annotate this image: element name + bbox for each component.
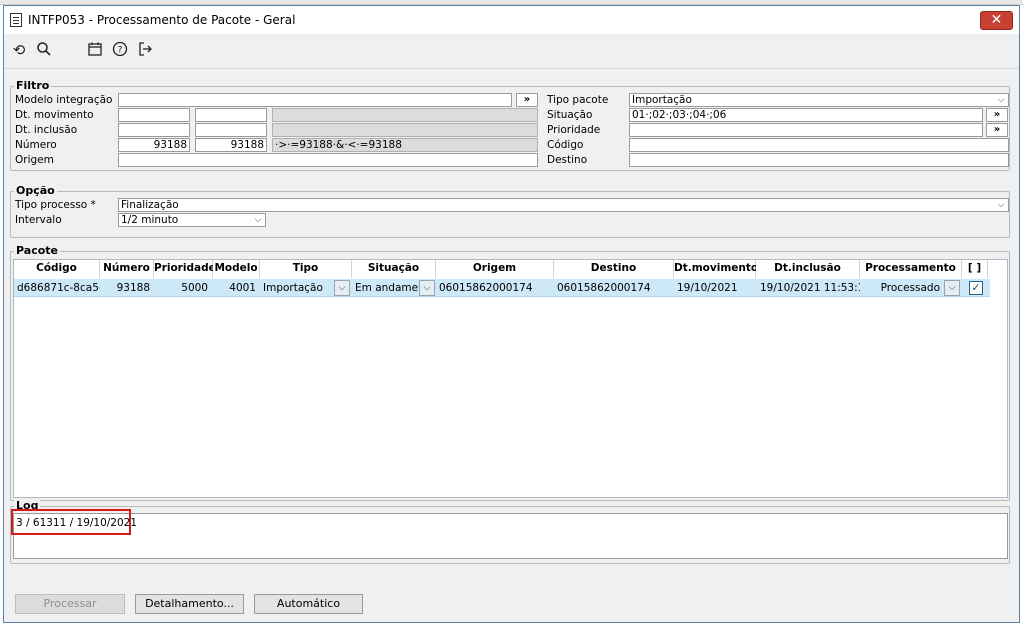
tipo-processo-select[interactable]: Finalização ⌵ (118, 198, 1009, 212)
main-window: INTFP053 - Processamento de Pacote - Ger… (3, 5, 1020, 623)
origem-label: Origem (15, 154, 54, 166)
filtro-title: Filtro (14, 79, 52, 92)
situacao-label: Situação (547, 109, 593, 121)
intervalo-value: 1/2 minuto (121, 214, 179, 226)
tipo-processo-label: Tipo processo * (15, 199, 96, 211)
chevron-down-icon[interactable]: ⌵ (419, 280, 435, 296)
detalhamento-button[interactable]: Detalhamento... (135, 594, 244, 614)
situacao-field[interactable]: 01·;02·;03·;04·;06 (629, 108, 983, 122)
cell-dt-inclusao: 19/10/2021 11:53:12 (760, 282, 860, 294)
pacote-grid: Código Número Prioridade Modelo Tipo Sit… (13, 259, 1008, 498)
modelo-integracao-field[interactable] (118, 93, 512, 107)
modelo-integracao-more-button[interactable]: » (516, 93, 538, 107)
column-header-prioridade[interactable]: Prioridade (154, 260, 216, 278)
cell-processamento[interactable]: Processado (863, 279, 940, 297)
tipo-pacote-value: Importação (632, 94, 692, 106)
codigo-field[interactable] (629, 138, 1009, 152)
codigo-label: Código (547, 139, 584, 151)
title-bar: INTFP053 - Processamento de Pacote - Ger… (4, 6, 1019, 34)
numero-expression: ·>·=93188·&·<·=93188 (272, 138, 538, 152)
cell-codigo: d686871c-8ca5- (17, 282, 100, 294)
column-header-origem[interactable]: Origem (436, 260, 554, 278)
dt-movimento-to-field[interactable] (195, 108, 267, 122)
dt-inclusao-label: Dt. inclusão (15, 124, 78, 136)
toolbar-separator (4, 68, 1019, 69)
close-button[interactable]: ✕ (980, 11, 1013, 30)
numero-label: Número (15, 139, 57, 151)
cell-tipo[interactable]: Importação (263, 279, 333, 297)
prioridade-label: Prioridade (547, 124, 601, 136)
opcao-title: Opção (14, 184, 57, 197)
chevron-down-icon: ⌵ (997, 200, 1005, 210)
dt-movimento-expression (272, 108, 538, 122)
column-header-processamento[interactable]: Processamento (860, 260, 962, 278)
cell-origem: 06015862000174 (439, 282, 533, 294)
chevron-down-icon[interactable]: ⌵ (944, 280, 960, 296)
chevron-down-icon: ⌵ (997, 95, 1005, 105)
dt-movimento-label: Dt. movimento (15, 109, 94, 121)
cell-prioridade: 5000 (181, 282, 208, 294)
column-header-dt-inclusao[interactable]: Dt.inclusão (756, 260, 860, 278)
intervalo-label: Intervalo (15, 214, 62, 226)
dt-inclusao-from-field[interactable] (118, 123, 190, 137)
prioridade-field[interactable] (629, 123, 983, 137)
tipo-processo-value: Finalização (121, 199, 179, 211)
intervalo-select[interactable]: 1/2 minuto ⌵ (118, 213, 266, 227)
destino-label: Destino (547, 154, 588, 166)
cell-situacao[interactable]: Em andamento (355, 279, 419, 297)
document-icon (10, 13, 22, 27)
table-row[interactable]: d686871c-8ca5- 93188 5000 4001 Importaçã… (14, 279, 990, 297)
column-header-numero[interactable]: Número (100, 260, 154, 278)
column-header-tipo[interactable]: Tipo (260, 260, 352, 278)
destino-field[interactable] (629, 153, 1009, 167)
chevron-down-icon[interactable]: ⌵ (334, 280, 350, 296)
chevron-down-icon: ⌵ (254, 215, 262, 225)
tipo-pacote-select[interactable]: Importação ⌵ (629, 93, 1009, 107)
dt-inclusao-expression (272, 123, 538, 137)
column-header-dt-movimento[interactable]: Dt.movimento (674, 260, 758, 278)
processar-button[interactable]: Processar (15, 594, 125, 614)
dt-inclusao-to-field[interactable] (195, 123, 267, 137)
log-textarea[interactable] (13, 513, 1008, 559)
cell-dt-movimento: 19/10/2021 (677, 282, 738, 294)
row-select-checkbox[interactable]: ✓ (969, 281, 983, 295)
column-header-destino[interactable]: Destino (554, 260, 674, 278)
log-text: 3 / 61311 / 19/10/2021 (16, 517, 138, 529)
refresh-icon[interactable]: ⟲ (10, 41, 28, 59)
column-header-situacao[interactable]: Situação (352, 260, 436, 278)
cell-numero: 93188 (116, 282, 150, 294)
exit-icon[interactable] (136, 41, 154, 59)
window-title: INTFP053 - Processamento de Pacote - Ger… (28, 13, 296, 27)
situacao-more-button[interactable]: » (986, 108, 1008, 122)
cell-modelo: 4001 (229, 282, 256, 294)
column-header-codigo[interactable]: Código (14, 260, 100, 278)
pacote-title: Pacote (14, 244, 60, 257)
calendar-icon[interactable] (86, 41, 104, 59)
automatico-button[interactable]: Automático (254, 594, 363, 614)
modelo-integracao-label: Modelo integração (15, 94, 113, 106)
svg-text:?: ? (118, 46, 123, 56)
prioridade-more-button[interactable]: » (986, 123, 1008, 137)
numero-from-field[interactable]: 93188 (118, 138, 190, 152)
help-icon[interactable]: ? (111, 41, 129, 59)
dt-movimento-from-field[interactable] (118, 108, 190, 122)
column-header-modelo[interactable]: Modelo (213, 260, 260, 278)
tipo-pacote-label: Tipo pacote (547, 94, 609, 106)
column-header-select[interactable]: [ ] (962, 260, 988, 278)
origem-field[interactable] (118, 153, 538, 167)
cell-destino: 06015862000174 (557, 282, 651, 294)
numero-to-field[interactable]: 93188 (195, 138, 267, 152)
search-icon[interactable] (35, 41, 53, 59)
